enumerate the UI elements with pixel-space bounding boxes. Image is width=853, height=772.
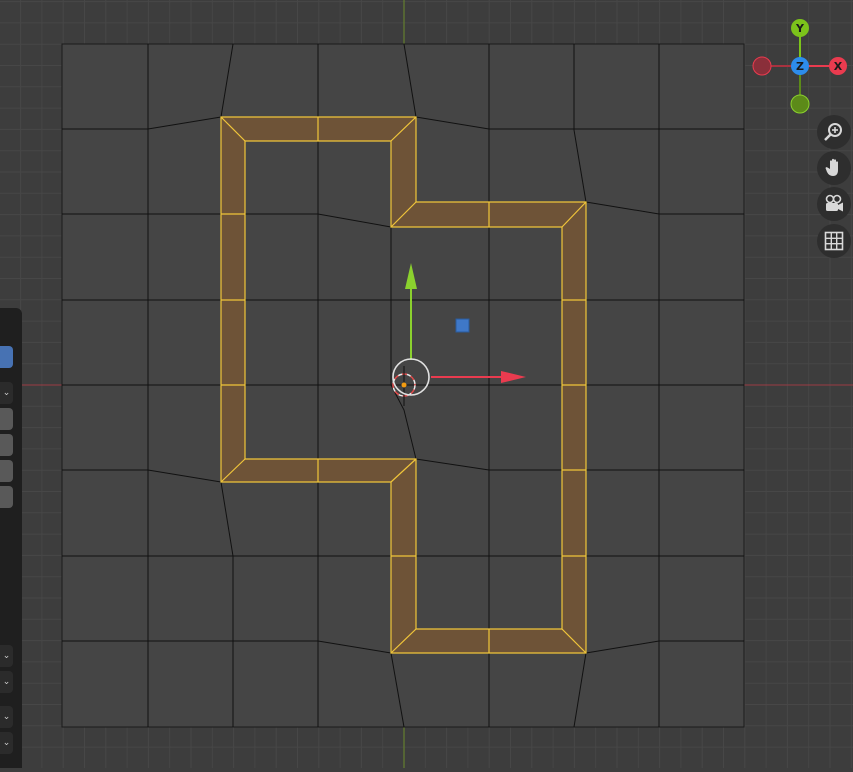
y-axis-label: Y [795, 22, 805, 35]
z-axis-label: Z [796, 60, 804, 73]
neg-y-axis-ball[interactable] [790, 94, 810, 114]
chevron-down-icon: ⌄ [2, 388, 11, 398]
camera-view-button[interactable] [817, 187, 851, 221]
dropdown-button[interactable]: ⌄ [0, 645, 13, 667]
camera-icon [825, 194, 843, 212]
axis-navigation-gizmo[interactable]: Y X Z [752, 19, 847, 114]
toggle-grid-button[interactable] [817, 224, 851, 258]
dropdown-button[interactable]: ⌄ [0, 706, 13, 728]
face-center-dot [455, 318, 470, 333]
neg-x-axis-ball[interactable] [752, 56, 772, 76]
zoom-icon [824, 123, 842, 141]
tool-option-button[interactable] [0, 408, 13, 430]
tool-option-button[interactable] [0, 434, 13, 456]
active-tool-button[interactable] [0, 346, 13, 368]
chevron-down-icon: ⌄ [2, 651, 11, 661]
dropdown-button[interactable]: ⌄ [0, 671, 13, 693]
pan-button[interactable] [817, 151, 851, 185]
zoom-button[interactable] [817, 115, 851, 149]
dropdown-button[interactable]: ⌄ [0, 732, 13, 754]
tool-settings-panel [0, 308, 22, 768]
chevron-down-icon: ⌄ [2, 712, 11, 722]
chevron-down-icon: ⌄ [2, 738, 11, 748]
grid-icon [824, 231, 844, 251]
3d-viewport[interactable]: Y X Z ⌄ ⌄ ⌄ ⌄ ⌄ [0, 0, 853, 768]
dropdown-button[interactable]: ⌄ [0, 382, 13, 404]
chevron-down-icon: ⌄ [2, 677, 11, 687]
tool-option-button[interactable] [0, 460, 13, 482]
hand-icon [825, 158, 838, 176]
x-axis-label: X [834, 60, 843, 73]
viewport-canvas[interactable]: Y X Z [0, 0, 853, 768]
tool-option-button[interactable] [0, 486, 13, 508]
